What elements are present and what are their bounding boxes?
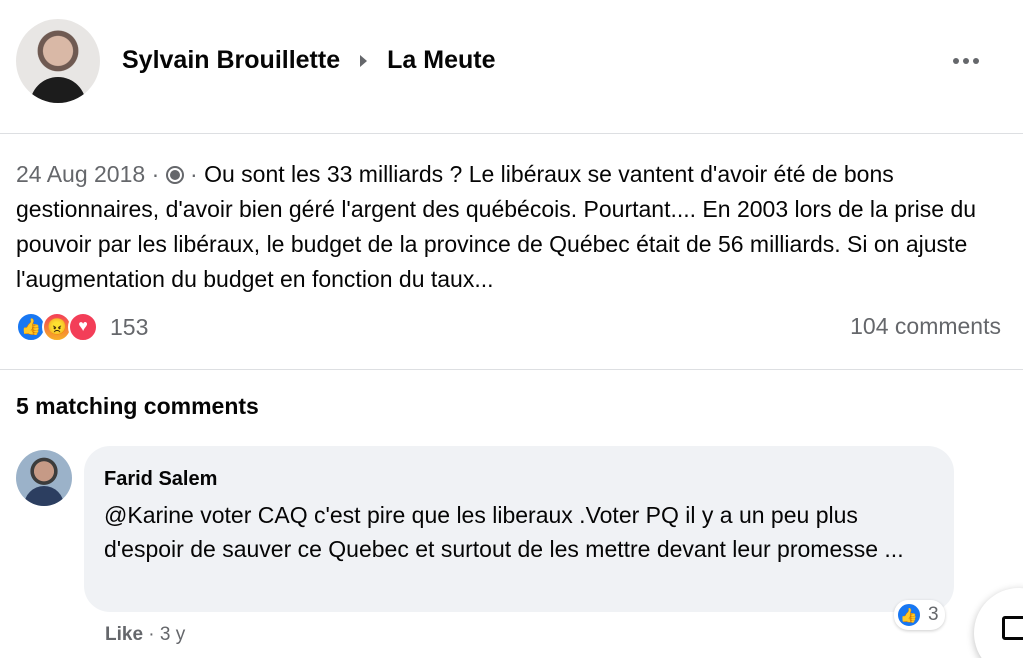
reaction-count[interactable]: 153: [110, 314, 148, 341]
author-name[interactable]: Sylvain Brouillette: [122, 46, 340, 75]
dot-icon: [963, 58, 969, 64]
commenter-avatar[interactable]: [16, 450, 72, 506]
commenter-name[interactable]: Farid Salem: [104, 468, 217, 491]
group-name[interactable]: La Meute: [387, 46, 495, 75]
author-avatar[interactable]: [16, 19, 100, 103]
friends-icon: [165, 166, 184, 184]
header-names: Sylvain Brouillette La Meute: [122, 46, 495, 75]
comments-count[interactable]: 104 comments: [850, 313, 1001, 340]
arrow-right-icon: [360, 54, 368, 67]
separator: ·: [183, 161, 205, 187]
comment-reactions[interactable]: 👍 3: [894, 600, 945, 630]
post-date[interactable]: 24 Aug 2018: [16, 161, 145, 187]
divider: [0, 133, 1023, 134]
more-options-button[interactable]: [946, 48, 986, 74]
like-button[interactable]: Like: [105, 624, 143, 645]
post-reactions[interactable]: 👍 😠 ♥ 153: [16, 312, 148, 342]
dot-icon: [953, 58, 959, 64]
comment-text: @Karine voter CAQ c'est pire que les lib…: [104, 502, 904, 562]
compose-button[interactable]: [974, 588, 1023, 658]
dot-icon: [973, 58, 979, 64]
post-body: 24 Aug 2018 · · Ou sont les 33 milliards…: [16, 157, 1006, 297]
comment-time[interactable]: 3 y: [160, 624, 185, 645]
matching-comments-heading: 5 matching comments: [16, 393, 259, 419]
edit-icon: [1002, 616, 1023, 640]
divider: [0, 369, 1023, 370]
separator: ·: [145, 161, 166, 187]
like-reaction-icon: 👍: [896, 602, 922, 628]
separator: ·: [143, 624, 160, 645]
post-header: Sylvain Brouillette La Meute: [0, 0, 1023, 133]
comment-bubble: Farid Salem @Karine voter CAQ c'est pire…: [84, 446, 954, 612]
comment-reaction-count: 3: [928, 604, 939, 625]
comment-actions: Like · 3 y: [105, 624, 185, 646]
love-reaction-icon: ♥: [68, 312, 98, 342]
